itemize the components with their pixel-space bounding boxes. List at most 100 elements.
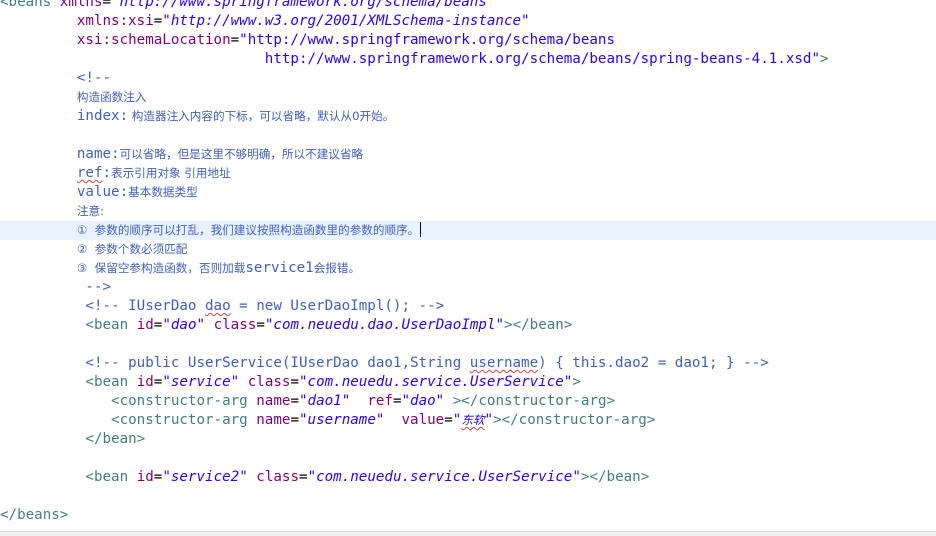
attr-class: class xyxy=(247,374,291,390)
comment-line-note-2: ② 参数个数必须匹配 xyxy=(0,240,936,259)
equals-sign: = xyxy=(230,32,240,48)
tag-bean-open: <bean xyxy=(85,469,129,485)
comment-line-title: 构造函数注入 xyxy=(0,88,936,107)
attr-value: value xyxy=(401,412,445,428)
value-schema-location-part2: http://www.springframework.org/schema/be… xyxy=(264,51,821,67)
comment-text: = new UserDaoImpl(); --> xyxy=(230,298,445,314)
value-id-dao: "dao" xyxy=(162,317,206,333)
value-ref-dao: "dao" xyxy=(401,393,445,409)
tag-bean-close: </bean> xyxy=(85,431,146,447)
tag-bean-open: <bean xyxy=(85,317,129,333)
comment-text: 基本数据类型 xyxy=(128,185,198,199)
comment-line-dao: <!-- IUserDao dao = new UserDaoImpl(); -… xyxy=(0,297,936,316)
value-name-username: "username" xyxy=(298,412,385,428)
attr-id: id xyxy=(136,469,154,485)
comment-close-marker: --> xyxy=(85,279,112,295)
equals-sign: = xyxy=(256,317,265,333)
comment-text: 构造器注入内容的下标，可以省略，默认从0开始。 xyxy=(128,109,395,123)
comment-open: <!-- xyxy=(0,69,936,88)
comment-text: ) { this.dao2 = dao1; } --> xyxy=(538,355,769,371)
attr-name: name xyxy=(256,412,291,428)
code-line-bean-service2: <bean id="service2" class="com.neuedu.se… xyxy=(0,468,936,487)
code-line-schema-location: xsi:schemaLocation="http://www.springfra… xyxy=(0,31,936,50)
comment-text: ③ 保留空参构造函数，否则加载 xyxy=(76,261,246,275)
comment-text: 构造函数注入 xyxy=(76,90,147,104)
comment-line-ref: ref:表示引用对象 引用地址 xyxy=(0,164,936,183)
comment-line-value: value:基本数据类型 xyxy=(0,183,936,202)
attr-class: class xyxy=(213,317,257,333)
tag-beans-open: <beans xyxy=(0,0,52,10)
equals-sign: = xyxy=(290,374,300,390)
comment-text: 表示引用对象 引用地址 xyxy=(111,166,231,180)
equals-sign: = xyxy=(153,13,163,29)
tag-close-bracket: > xyxy=(820,51,829,67)
tag-constructor-arg-close: ></constructor-arg> xyxy=(452,393,616,409)
attr-ref: ref xyxy=(367,393,393,409)
code-line-beans-open: <beans xmlns="http://www.springframework… xyxy=(0,0,936,12)
equals-sign: = xyxy=(290,412,299,428)
comment-misspelled-username: username xyxy=(469,355,539,371)
attr-class: class xyxy=(256,469,300,485)
tag-constructor-arg-open: <constructor-arg xyxy=(111,393,248,409)
value-id-service: "service" xyxy=(162,374,240,390)
comment-line-index: index: 构造器注入内容的下标，可以省略，默认从0开始。 xyxy=(0,107,936,126)
attr-xmlns: xmlns xyxy=(59,0,103,10)
code-line-bean-service-close: </bean> xyxy=(0,430,936,449)
value-schema-location-part1: "http://www.springframework.org/schema/b… xyxy=(239,32,616,48)
comment-text: <!-- public UserService(IUserDao dao1,St… xyxy=(85,355,470,371)
code-line-beans-close: </beans> xyxy=(0,506,936,525)
comment-close: --> xyxy=(0,278,936,297)
editor-bottom-edge xyxy=(0,531,936,536)
comment-key-name: name: xyxy=(76,146,120,162)
comment-misspelled-dao: dao xyxy=(205,298,231,314)
tag-constructor-arg-open: <constructor-arg xyxy=(111,412,248,428)
comment-key-value: value: xyxy=(76,184,129,200)
equals-sign: = xyxy=(102,0,112,10)
text-caret xyxy=(420,222,422,237)
code-line-schema-location-cont: http://www.springframework.org/schema/be… xyxy=(0,50,936,69)
attr-id: id xyxy=(136,317,154,333)
tag-bean-open: <bean xyxy=(85,374,129,390)
tag-bean-close: ></bean> xyxy=(580,469,650,485)
comment-open-marker: <!-- xyxy=(76,70,112,86)
comment-key-index: index: xyxy=(76,108,129,124)
value-xmlns-xsi: "http://www.w3.org/2001/XMLSchema-instan… xyxy=(162,13,530,29)
value-class-service2: "com.neuedu.service.UserService" xyxy=(307,469,581,485)
comment-key-colon: : xyxy=(102,165,112,181)
code-line-bean-service: <bean id="service" class="com.neuedu.ser… xyxy=(0,373,936,392)
value-quote: " xyxy=(484,412,494,428)
comment-code: service1 xyxy=(245,260,314,276)
code-line-bean-dao: <bean id="dao" class="com.neuedu.dao.Use… xyxy=(0,316,936,335)
comment-line-note-3: ③ 保留空参构造函数，否则加载service1会报错。 xyxy=(0,259,936,278)
xml-editor[interactable]: <beans xmlns="http://www.springframework… xyxy=(0,0,936,536)
equals-sign: = xyxy=(290,393,299,409)
equals-sign: = xyxy=(444,412,453,428)
value-xmlns: "http://www.springframework.org/schema/b… xyxy=(111,0,496,10)
comment-text: 会报错。 xyxy=(313,261,361,275)
code-line-xmlns-xsi: xmlns:xsi="http://www.w3.org/2001/XMLSch… xyxy=(0,12,936,31)
attr-id: id xyxy=(136,374,154,390)
comment-key-ref: ref xyxy=(76,165,103,181)
value-chinese-text: 东软 xyxy=(461,413,485,427)
comment-text: ② 参数个数必须匹配 xyxy=(76,242,188,256)
value-name-dao1: "dao1" xyxy=(298,393,351,409)
equals-sign: = xyxy=(392,393,402,409)
code-line-ctor-arg-username: <constructor-arg name="username" value="… xyxy=(0,411,936,430)
attr-xmlns-xsi: xmlns:xsi xyxy=(76,13,154,29)
code-line-ctor-arg-dao: <constructor-arg name="dao1" ref="dao" >… xyxy=(0,392,936,411)
tag-constructor-arg-close: ></constructor-arg> xyxy=(493,412,656,428)
comment-line-note: 注意: xyxy=(0,202,936,221)
comment-line-note-1[interactable]: ① 参数的顺序可以打乱，我们建议按照构造函数里的参数的顺序。 xyxy=(0,221,936,240)
tag-beans-close: </beans> xyxy=(0,507,69,523)
value-class-dao: "com.neuedu.dao.UserDaoImpl" xyxy=(264,317,505,333)
value-id-service2: "service2" xyxy=(162,469,248,485)
comment-line-service-ctor: <!-- public UserService(IUserDao dao1,St… xyxy=(0,354,936,373)
equals-sign: = xyxy=(299,469,308,485)
attr-name: name xyxy=(256,393,291,409)
comment-line-name: name:可以省略，但是这里不够明确，所以不建议省略 xyxy=(0,145,936,164)
comment-text: 可以省略，但是这里不够明确，所以不建议省略 xyxy=(119,147,364,161)
comment-text: 注意: xyxy=(76,204,104,218)
tag-close-bracket: > xyxy=(572,374,581,390)
attr-schema-location: xsi:schemaLocation xyxy=(76,32,231,48)
value-class-service: "com.neuedu.service.UserService" xyxy=(299,374,573,390)
